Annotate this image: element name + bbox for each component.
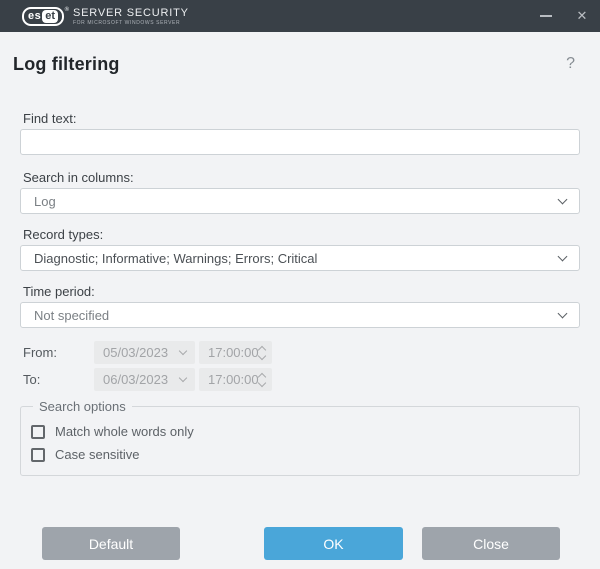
ok-button[interactable]: OK [264,527,403,560]
time-period-group: Time period: Not specified [20,284,580,328]
chevron-down-icon [257,379,265,387]
from-label: From: [20,345,94,360]
to-date-value: 06/03/2023 [103,372,168,387]
registered-mark-icon: ® [65,4,69,17]
datetime-range: From: 05/03/2023 17:00:00 To: 06/03/2023… [20,340,580,391]
to-time-spinner: 17:00:00 [199,368,272,391]
chevron-down-icon [257,352,265,360]
case-sensitive-checkbox-row[interactable]: Case sensitive [31,447,569,462]
from-date-picker: 05/03/2023 [94,341,195,364]
checkbox-unchecked-icon[interactable] [31,425,45,439]
record-types-value: Diagnostic; Informative; Warnings; Error… [34,251,317,266]
search-in-columns-value: Log [34,194,56,209]
minimize-button[interactable] [528,0,564,32]
close-button[interactable]: Close [422,527,560,560]
dialog-footer: Default OK Close [20,527,580,560]
spinner-updown-icon [259,345,265,359]
chevron-down-icon [558,251,568,261]
spinner-updown-icon [259,372,265,386]
case-sensitive-label: Case sensitive [55,447,140,462]
find-text-label: Find text: [23,111,580,126]
search-in-columns-label: Search in columns: [23,170,580,185]
default-button[interactable]: Default [42,527,180,560]
log-filtering-form: Find text: Search in columns: Log Record… [0,111,600,560]
to-row: To: 06/03/2023 17:00:00 [20,367,580,391]
chevron-down-icon [558,194,568,204]
time-period-dropdown[interactable]: Not specified [20,302,580,328]
record-types-label: Record types: [23,227,580,242]
find-text-fieldbox [20,129,580,155]
match-whole-words-label: Match whole words only [55,424,194,439]
time-period-label: Time period: [23,284,580,299]
to-time-value: 17:00:00 [208,372,259,387]
match-whole-words-checkbox-row[interactable]: Match whole words only [31,424,569,439]
from-time-value: 17:00:00 [208,345,259,360]
close-window-button[interactable]: ✕ [564,0,600,32]
product-subtitle: FOR MICROSOFT WINDOWS SERVER [73,20,189,26]
record-types-dropdown[interactable]: Diagnostic; Informative; Warnings; Error… [20,245,580,271]
from-date-value: 05/03/2023 [103,345,168,360]
search-options-legend: Search options [33,399,132,414]
search-options-group: Search options Match whole words only Ca… [20,399,580,476]
help-button[interactable]: ? [566,55,575,73]
dialog-header: Log filtering ? [0,32,600,75]
checkbox-unchecked-icon[interactable] [31,448,45,462]
window-controls: ✕ [528,0,600,32]
page-title: Log filtering [13,53,120,75]
search-in-columns-group: Search in columns: Log [20,170,580,214]
from-row: From: 05/03/2023 17:00:00 [20,340,580,364]
eset-logo: es et ® [22,7,64,26]
chevron-down-icon [179,346,187,354]
eset-logo-et: et [42,10,58,23]
product-name: SERVER SECURITY [73,7,189,19]
from-time-spinner: 17:00:00 [199,341,272,364]
chevron-down-icon [558,308,568,318]
product-name-block: SERVER SECURITY FOR MICROSOFT WINDOWS SE… [73,7,189,26]
record-types-group: Record types: Diagnostic; Informative; W… [20,227,580,271]
chevron-down-icon [179,373,187,381]
find-text-input[interactable] [21,130,579,154]
time-period-value: Not specified [34,308,109,323]
find-text-group: Find text: [20,111,580,155]
to-label: To: [20,372,94,387]
search-in-columns-dropdown[interactable]: Log [20,188,580,214]
eset-logo-es: es [28,10,41,23]
close-icon: ✕ [577,8,588,24]
minimize-icon [540,15,552,17]
title-bar: es et ® SERVER SECURITY FOR MICROSOFT WI… [0,0,600,32]
to-date-picker: 06/03/2023 [94,368,195,391]
